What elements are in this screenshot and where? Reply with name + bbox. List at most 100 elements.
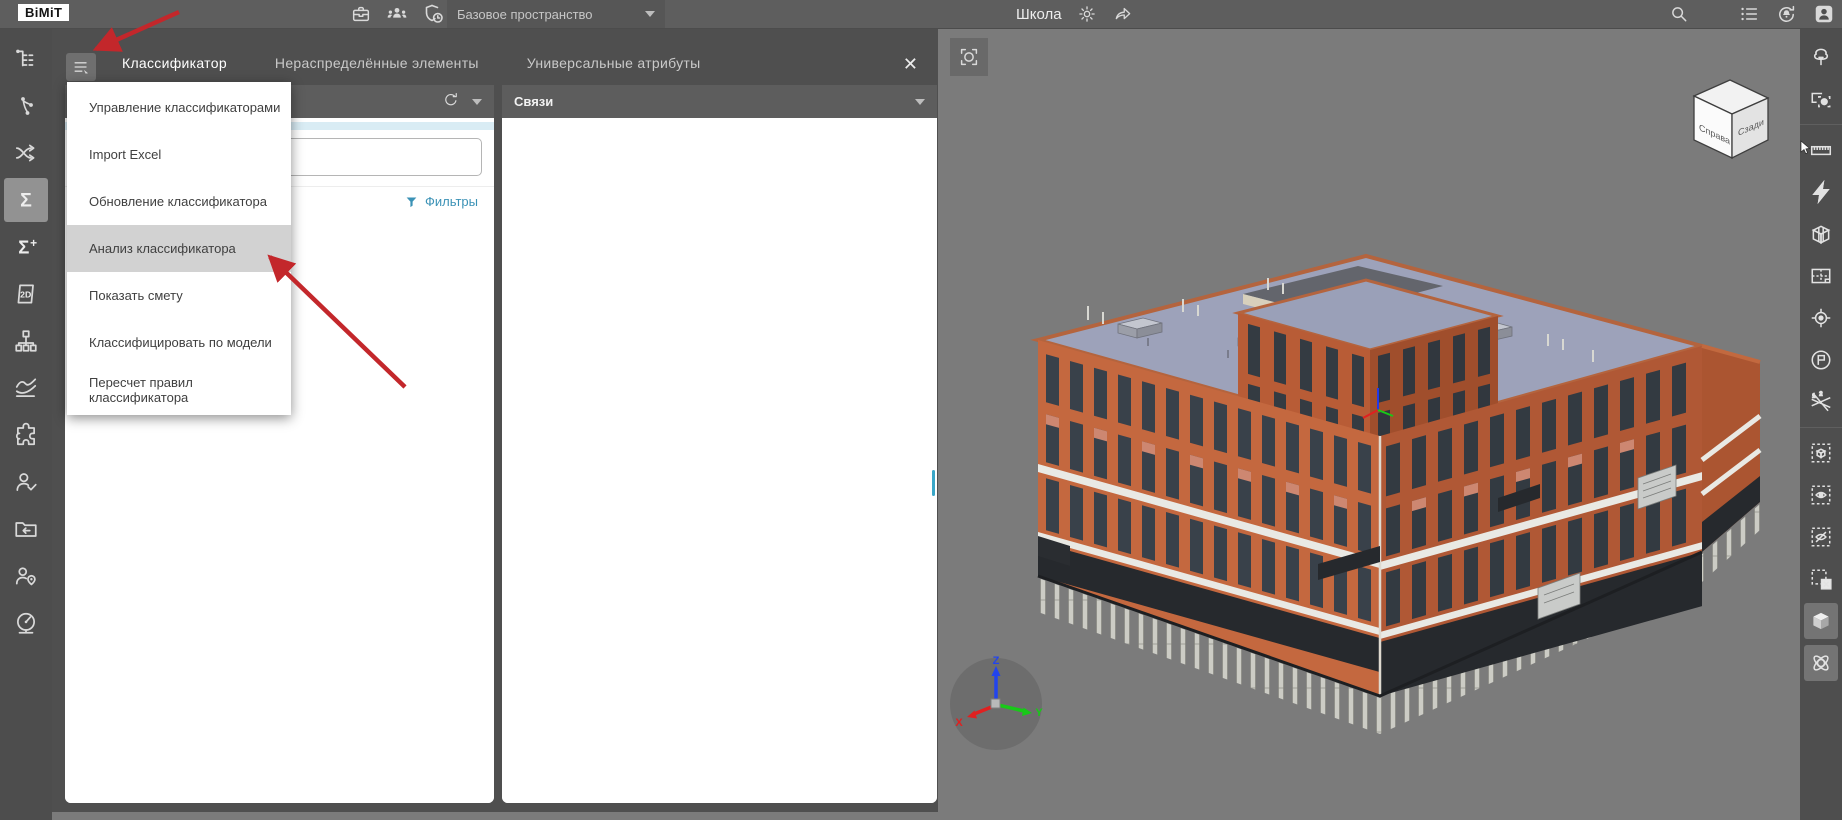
dashboard-gauge-button[interactable] [4,601,48,645]
connections-button[interactable] [4,84,48,128]
analytics-icon [15,378,37,397]
ruler-button[interactable] [1804,132,1838,168]
user-check-icon [16,473,37,491]
sum-classifier-button[interactable]: Σ [4,178,48,222]
tab-classifier[interactable]: Классификатор [122,55,227,71]
show-selection-eye-icon [1811,485,1831,505]
section-flash-button[interactable] [1804,174,1838,210]
locate-button[interactable] [1804,300,1838,336]
region-capture-button[interactable] [1804,81,1838,117]
links-card-body [502,118,937,803]
menu-item-update-classifier[interactable]: Обновление классификатора [67,178,291,225]
sheet-2d-button[interactable]: 2D [4,272,48,316]
cube-section-button[interactable] [1804,216,1838,252]
chevron-down-icon [645,11,655,17]
tree-button[interactable] [1804,39,1838,75]
shield-time-icon[interactable] [422,2,446,26]
panel-resize-handle[interactable] [932,470,935,496]
floor-plan-button[interactable] [1804,258,1838,294]
menu-item-classify-by-model[interactable]: Классифицировать по модели [67,319,291,366]
menu-item-analyze-classifier[interactable]: Анализ классификатора [67,225,291,272]
settings-gear-icon[interactable] [1077,4,1097,24]
clear-selection-button[interactable] [1804,561,1838,597]
list-view-icon[interactable] [1738,3,1760,25]
sum-add-icon: Σ + [18,236,37,258]
orbit-button[interactable] [1804,645,1838,681]
toolbar-divider [1800,124,1842,125]
analytics-button[interactable] [4,366,48,410]
isolate-selection-icon [1811,443,1831,463]
tab-unallocated-elements[interactable]: Нераспределённые элементы [275,55,479,71]
plugins-button[interactable] [4,413,48,457]
panel-tabs: Классификатор Нераспределённые элементы … [122,28,700,85]
menu-item-show-estimate[interactable]: Показать смету [67,272,291,319]
menu-item-import-excel[interactable]: Import Excel [67,131,291,178]
view-cube-button[interactable] [1804,603,1838,639]
panel-menu-button[interactable] [66,53,96,81]
sheet-2d-icon: 2D [17,284,34,304]
navigation-cube[interactable]: Справа Сзади [1682,70,1778,162]
viewport-3d[interactable]: Справа Сзади Z X Y [938,28,1800,820]
axis-x-label: X [955,717,963,729]
hamburger-menu-icon [74,62,89,74]
search-icon[interactable] [1668,3,1690,25]
hide-selection-button[interactable] [1804,519,1838,555]
refresh-icon[interactable] [442,91,460,112]
menu-item-recalc-rules[interactable]: Пересчет правил классификатора [67,366,291,413]
axis-gizmo[interactable]: Z X Y [946,654,1046,754]
locate-icon [1811,308,1831,328]
svg-text:2D: 2D [20,289,31,299]
folder-transfer-button[interactable] [4,507,48,551]
filters-label: Фильтры [424,194,478,209]
svg-text:1: 1 [1812,394,1815,400]
share-arrow-icon[interactable] [1112,4,1134,24]
top-bar-right-icons [1738,0,1835,28]
axes-lines-button[interactable]: 12 [1804,384,1838,420]
user-location-icon [15,567,36,586]
menu-item-manage-classifiers[interactable]: Управление классификаторами [67,84,291,131]
left-toolbar: Σ Σ + 2D [0,28,52,820]
svg-text:+: + [30,236,37,250]
tab-universal-attributes[interactable]: Универсальные атрибуты [527,55,701,71]
team-icon[interactable] [385,3,409,25]
folder-transfer-icon [15,522,37,537]
axis-z-label: Z [993,655,1000,667]
svg-text:Σ: Σ [18,237,29,258]
top-bar-left-icons [350,0,446,28]
plugins-icon [15,422,35,446]
user-location-button[interactable] [4,554,48,598]
org-chart-button[interactable] [4,319,48,363]
sync-notifications-icon[interactable] [1775,3,1798,26]
right-toolbar: 12 [1800,28,1842,820]
shuffle-button[interactable] [4,131,48,175]
links-collapse-caret[interactable] [915,98,925,105]
links-card: Связи [502,85,937,803]
region-capture-icon [1811,92,1831,108]
model-structure-button[interactable] [4,37,48,81]
projects-briefcase-icon[interactable] [350,3,372,25]
workspace-select[interactable]: Базовое пространство [447,0,665,28]
sum-add-button[interactable]: Σ + [4,225,48,269]
route-point-button[interactable] [1804,342,1838,378]
panel-close-button[interactable]: ✕ [903,55,918,73]
svg-text:Σ: Σ [20,190,32,212]
user-check-button[interactable] [4,460,48,504]
model-structure-icon [16,49,34,67]
orbit-icon [1813,655,1829,671]
building-model [1030,253,1762,734]
classifier-collapse-caret[interactable] [472,98,482,105]
workspace-select-value: Базовое пространство [457,6,593,22]
axis-y-label: Y [1035,707,1043,719]
section-flash-icon [1812,180,1830,204]
classifier-header-tools [442,91,482,112]
route-point-icon [1811,350,1831,370]
user-account-icon[interactable] [1813,3,1835,25]
show-selection-button[interactable] [1804,477,1838,513]
hide-selection-eye-slash-icon [1811,527,1831,547]
classifier-actions-menu: Управление классификаторами Import Excel… [67,82,291,415]
focus-brackets-icon [960,48,978,66]
tree-icon [1813,48,1829,66]
isolate-selection-button[interactable] [1804,435,1838,471]
toolbar-divider [1800,427,1842,428]
focus-model-button[interactable] [950,38,988,76]
